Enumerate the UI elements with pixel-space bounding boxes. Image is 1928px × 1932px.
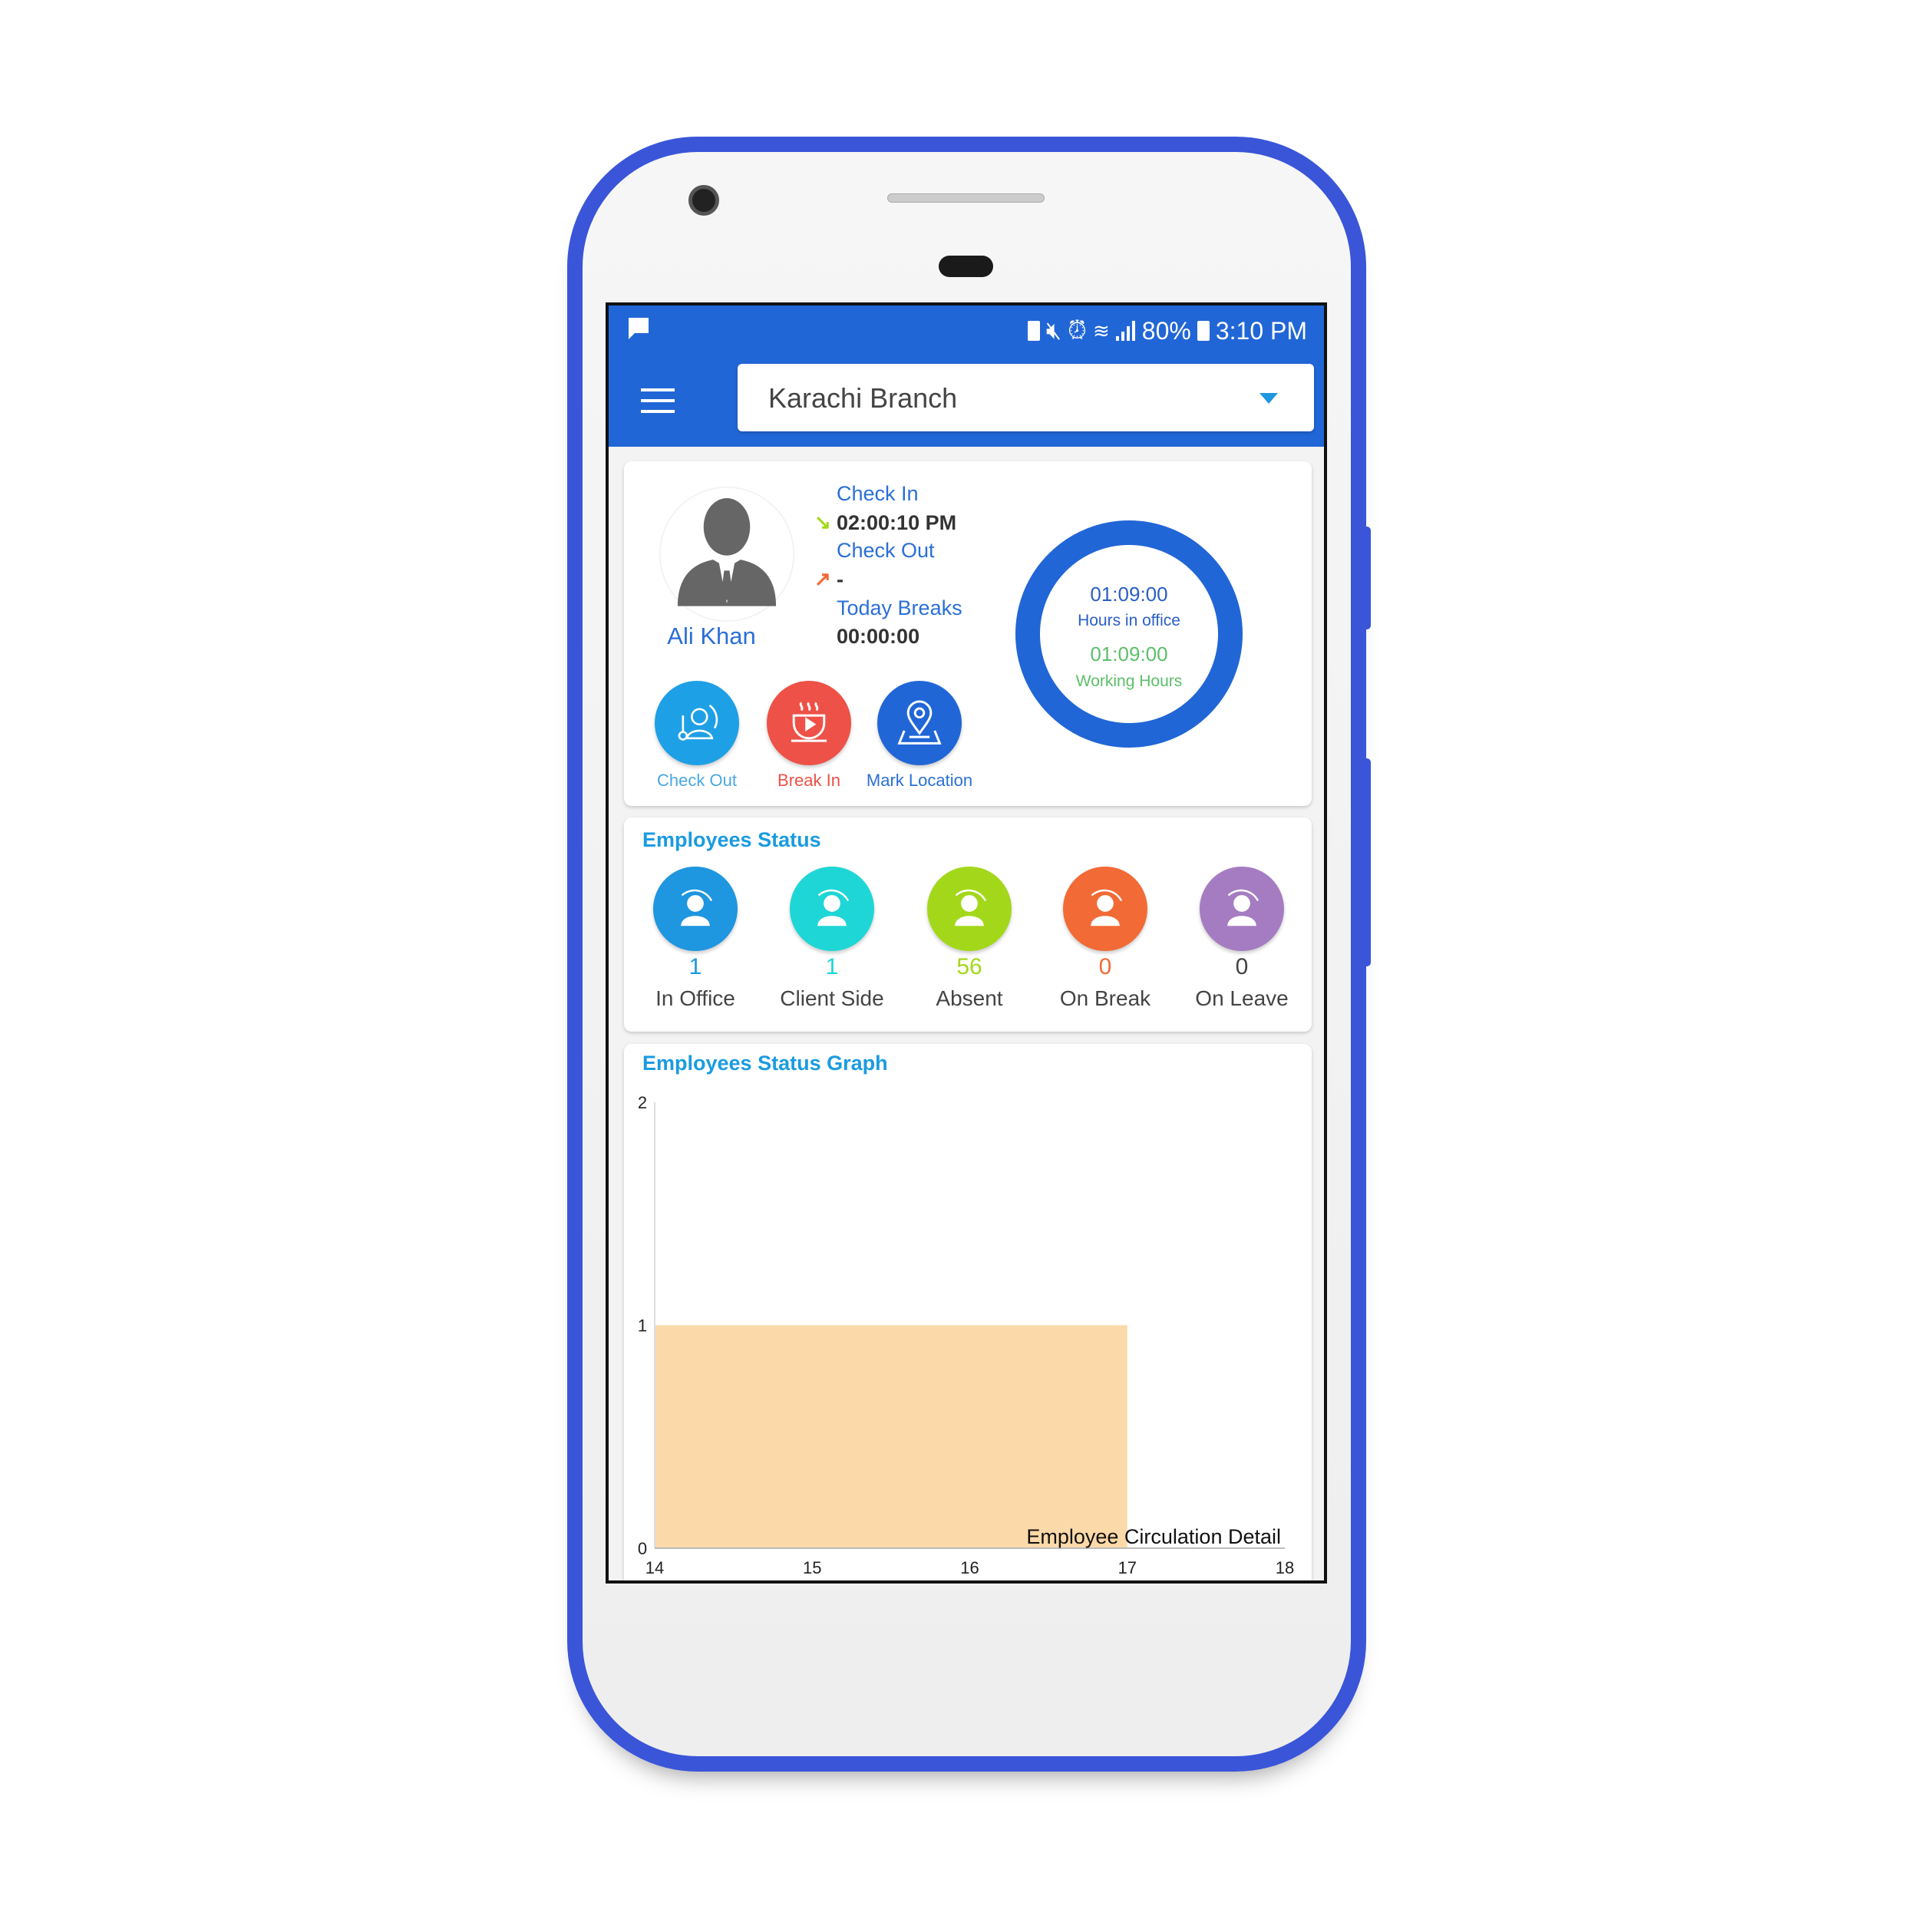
power-button <box>1363 758 1371 966</box>
y-tick-label: 0 <box>638 1539 647 1558</box>
x-tick-label: 17 <box>1118 1558 1137 1577</box>
x-tick-label: 16 <box>960 1558 979 1577</box>
earpiece <box>939 256 993 277</box>
employees-status-graph-card: Employees Status Graph 0 1 2 14 15 16 17 18 Empl… <box>624 1044 1312 1580</box>
x-tick-label: 15 <box>803 1558 821 1577</box>
x-tick-label: 14 <box>645 1558 664 1577</box>
screen: 🔇︎ ⏰︎ ≋ 80% 3:10 PM Karachi Branch Ali K… <box>606 302 1327 1584</box>
front-camera <box>688 185 719 216</box>
x-tick-label: 18 <box>1276 1558 1294 1577</box>
chart-bar <box>655 1325 1127 1548</box>
employees-status-chart: 0 1 2 14 15 16 17 18 Employee Circulation Detail <box>638 1093 1294 1577</box>
volume-button <box>1363 527 1371 629</box>
y-tick-label: 1 <box>638 1316 647 1336</box>
y-tick-label: 2 <box>638 1093 647 1112</box>
speaker-grille <box>887 193 1045 203</box>
legend-label: Employee Circulation Detail <box>1026 1525 1281 1548</box>
